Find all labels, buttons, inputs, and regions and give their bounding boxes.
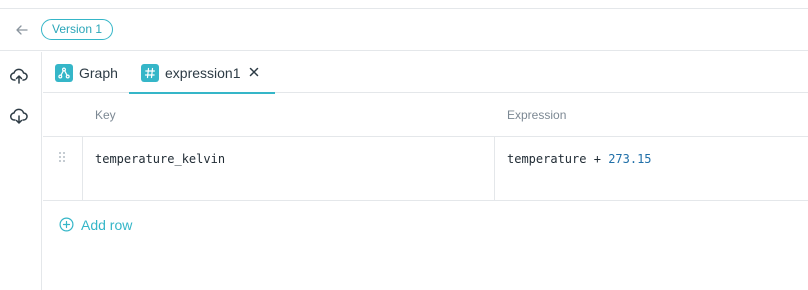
graph-icon <box>55 64 73 82</box>
column-header-key: Key <box>95 108 116 122</box>
column-divider <box>82 137 83 200</box>
tab-expression1[interactable]: expression1 <box>129 52 275 94</box>
add-row-label: Add row <box>81 217 133 233</box>
plus-circle-icon <box>59 217 74 232</box>
key-cell[interactable]: temperature_kelvin <box>95 152 225 166</box>
expression-cell[interactable]: temperature + 273.15 <box>507 152 652 166</box>
table-row: temperature_kelvin temperature + 273.15 <box>43 137 808 201</box>
cloud-upload-icon[interactable] <box>10 67 30 87</box>
drag-handle-icon[interactable] <box>57 151 67 163</box>
column-header-expression: Expression <box>507 108 567 122</box>
tab-graph[interactable]: Graph <box>55 52 125 93</box>
close-icon[interactable] <box>247 64 261 80</box>
arrow-left-icon[interactable] <box>14 19 32 39</box>
tabs-bar: Graph expression1 <box>43 52 808 94</box>
expression-operator: + <box>593 152 601 166</box>
left-rail <box>0 52 42 290</box>
expression-constant: 273.15 <box>608 152 652 166</box>
hash-icon <box>141 64 159 82</box>
version-badge[interactable]: Version 1 <box>41 19 114 40</box>
expression-variable: temperature <box>507 152 587 166</box>
table-header: Key Expression <box>43 94 808 137</box>
column-divider <box>494 137 495 200</box>
cloud-download-icon[interactable] <box>10 107 30 127</box>
expression-table: Key Expression temperature_kelvin temper… <box>43 94 808 201</box>
tab-label: Graph <box>79 65 118 81</box>
tab-label: expression1 <box>165 65 241 81</box>
header-bar: Version 1 <box>0 9 808 51</box>
